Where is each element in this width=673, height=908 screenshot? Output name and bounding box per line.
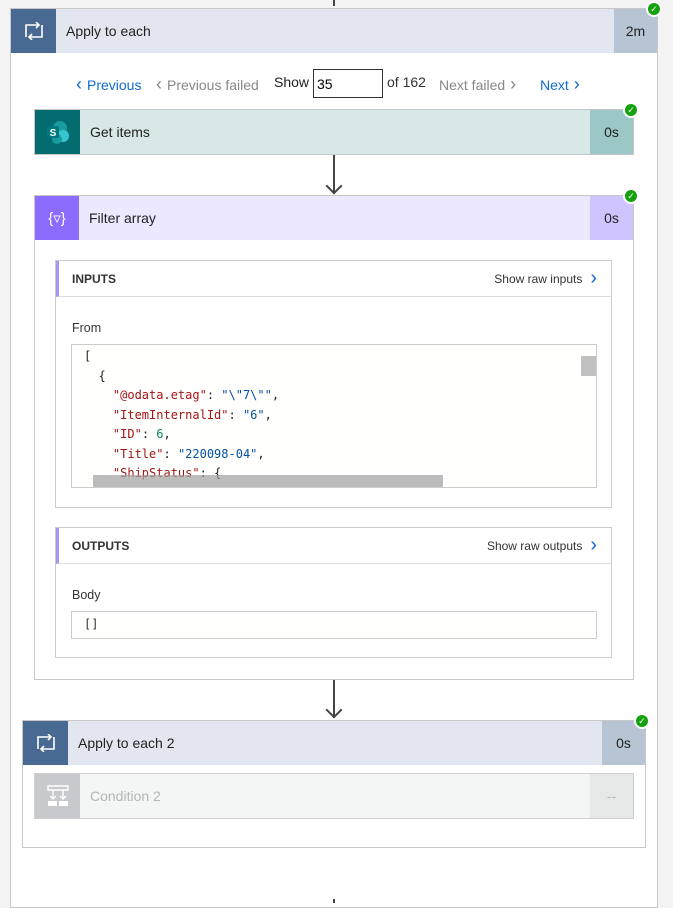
previous-failed-button[interactable]: ‹ Previous failed (156, 74, 259, 95)
chevron-left-icon: ‹ (156, 74, 162, 94)
body-value[interactable]: [] (71, 611, 597, 639)
iteration-count: of 162 (387, 74, 426, 90)
loop-icon (23, 721, 68, 765)
svg-text:S: S (49, 128, 56, 139)
code-line: "ID": 6, (112, 427, 171, 441)
success-check-icon: ✓ (623, 188, 639, 204)
sharepoint-icon: S (35, 110, 80, 154)
from-label: From (72, 321, 102, 335)
code-line: "ItemInternalId": "6", (112, 407, 272, 422)
code-line: { (84, 368, 106, 383)
action-title: Filter array (89, 210, 156, 226)
action-title: Apply to each (66, 23, 151, 39)
loop-icon (11, 9, 56, 53)
body-label: Body (72, 588, 101, 602)
code-line: "@odata.etag": "\"7\"", (112, 388, 280, 402)
previous-label: Previous (87, 76, 142, 93)
next-failed-label: Next failed (439, 76, 506, 93)
show-raw-outputs-link[interactable]: Show raw outputs › (487, 534, 597, 557)
next-button[interactable]: Next › (540, 74, 580, 95)
previous-button[interactable]: ‹ Previous (76, 74, 141, 95)
iteration-input[interactable] (313, 69, 383, 98)
filter-array-header[interactable]: {▿} Filter array 0s (35, 196, 633, 240)
duration: -- (590, 774, 633, 818)
previous-failed-label: Previous failed (167, 76, 259, 93)
next-failed-button[interactable]: Next failed › (439, 74, 516, 95)
action-title: Get items (90, 124, 150, 140)
action-title: Apply to each 2 (78, 735, 175, 751)
success-check-icon: ✓ (623, 102, 639, 118)
apply-to-each-2-header[interactable]: Apply to each 2 0s (23, 721, 645, 765)
show-raw-inputs-label: Show raw inputs (494, 271, 583, 286)
connector-arrow (333, 899, 335, 903)
inputs-header: INPUTS (72, 271, 117, 286)
get-items-card[interactable]: S Get items 0s (34, 109, 634, 155)
action-title: Condition 2 (90, 788, 161, 804)
show-raw-outputs-label: Show raw outputs (486, 538, 583, 553)
from-code-viewer[interactable]: [ { "@odata.etag": "\"7\"", "ItemInterna… (71, 344, 597, 488)
outputs-header: OUTPUTS (72, 538, 130, 553)
filter-array-icon: {▿} (35, 196, 79, 240)
success-check-icon: ✓ (634, 713, 650, 729)
condition-icon (35, 774, 80, 818)
chevron-right-icon: › (590, 534, 597, 556)
next-label: Next (540, 76, 569, 93)
show-label: Show (274, 74, 310, 90)
chevron-right-icon: › (573, 74, 580, 94)
chevron-left-icon: ‹ (76, 74, 82, 94)
apply-to-each-header[interactable]: Apply to each 2m (11, 9, 657, 53)
code-line: "Title": "220098-04", (112, 446, 265, 461)
success-check-icon: ✓ (646, 1, 662, 17)
connector-arrow (333, 0, 335, 6)
show-raw-inputs-link[interactable]: Show raw inputs › (494, 267, 597, 290)
chevron-right-icon: › (590, 267, 597, 289)
condition-2-card[interactable]: Condition 2 -- (34, 773, 634, 819)
code-line: [ (84, 349, 92, 363)
horizontal-scrollbar[interactable] (93, 475, 443, 487)
chevron-right-icon: › (510, 74, 517, 94)
vertical-scrollbar[interactable] (581, 356, 596, 376)
